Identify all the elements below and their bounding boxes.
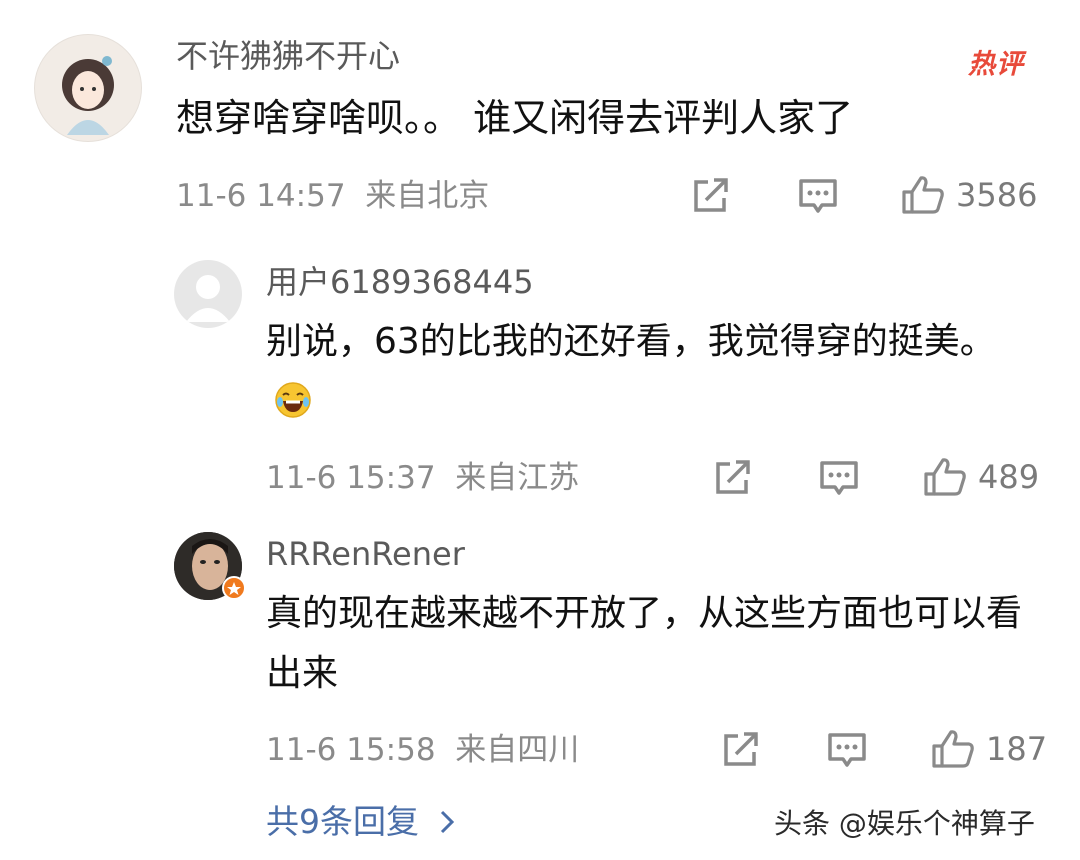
like-icon <box>932 730 974 768</box>
share-icon <box>694 178 728 212</box>
reply-2-meta: 11-6 15:58 来自四川 <box>266 730 579 770</box>
share-icon <box>724 732 758 766</box>
reply-1-meta: 11-6 15:37 来自江苏 <box>266 458 579 498</box>
reply-1-reply-button[interactable] <box>818 458 860 498</box>
reply-2-username[interactable]: RRRenRener <box>266 534 465 574</box>
comment-meta: 11-6 14:57 来自北京 <box>176 176 489 216</box>
reply-2-like-button[interactable]: 187 <box>930 728 1047 770</box>
comment-location: 来自北京 <box>365 178 490 214</box>
verified-badge <box>222 576 246 600</box>
reply-1-username[interactable]: 用户6189368445 <box>266 262 534 302</box>
reply-1-share-button[interactable] <box>712 458 754 498</box>
emoji-laugh-icon <box>274 381 312 419</box>
reply-2-like-count: 187 <box>986 730 1048 768</box>
reply-1-like-button[interactable]: 489 <box>922 456 1039 498</box>
reply-button[interactable] <box>797 176 839 216</box>
comment-time: 11-6 14:57 <box>176 178 346 214</box>
avatar-main-user[interactable] <box>34 34 142 142</box>
more-replies-label: 共9条回复 <box>266 802 419 841</box>
reply-1-text-content: 别说，63的比我的还好看，我觉得穿的挺美。 <box>266 321 996 362</box>
watermark: 头条 @娱乐个神算子 <box>774 807 1035 840</box>
reply-2-share-button[interactable] <box>720 730 762 770</box>
reply-2-time: 11-6 15:58 <box>266 732 436 768</box>
comment-text: 想穿啥穿啥呗。。 谁又闲得去评判人家了 <box>176 96 854 140</box>
comment-icon <box>799 179 837 213</box>
like-icon <box>902 176 944 214</box>
like-button[interactable]: 3586 <box>900 174 1037 216</box>
like-icon <box>924 458 966 496</box>
chevron-right-icon <box>438 809 456 835</box>
more-replies-link[interactable]: 共9条回复 <box>266 800 456 844</box>
share-button[interactable] <box>690 176 732 216</box>
reply-1-text: 别说，63的比我的还好看，我觉得穿的挺美。 <box>266 312 1036 432</box>
reply-1-like-count: 489 <box>978 458 1040 496</box>
reply-2-location: 来自四川 <box>455 732 580 768</box>
reply-1-time: 11-6 15:37 <box>266 460 436 496</box>
avatar-reply-1[interactable] <box>174 260 242 328</box>
reply-1-location: 来自江苏 <box>455 460 580 496</box>
reply-2-reply-button[interactable] <box>826 730 868 770</box>
like-count: 3586 <box>956 176 1038 214</box>
comment-icon <box>828 733 866 767</box>
hot-comment-badge: 热评 <box>968 49 1024 80</box>
share-icon <box>716 460 750 494</box>
comment-username[interactable]: 不许狒狒不开心 <box>176 36 400 76</box>
reply-2-text: 真的现在越来越不开放了，从这些方面也可以看出来 <box>266 593 1023 694</box>
comment-icon <box>820 461 858 495</box>
